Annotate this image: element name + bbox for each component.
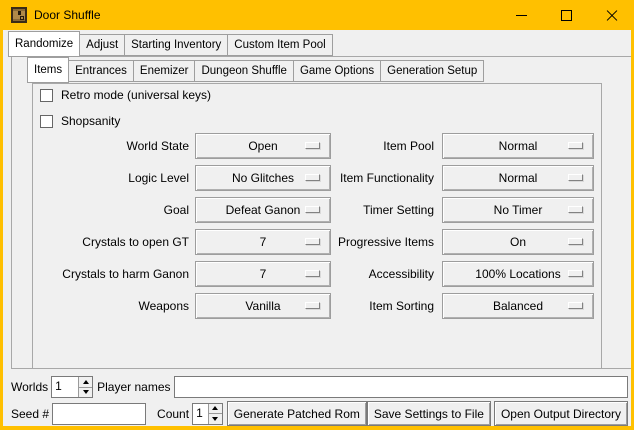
player-names-label: Player names bbox=[97, 380, 170, 394]
weapons-label: Weapons bbox=[33, 293, 195, 319]
randomize-tab-bar: Items Entrances Enemizer Dungeon Shuffle… bbox=[27, 57, 484, 83]
main-tab-bar: Randomize Adjust Starting Inventory Cust… bbox=[8, 31, 333, 57]
count-spin-up-button[interactable] bbox=[209, 404, 222, 415]
seed-input[interactable] bbox=[52, 403, 146, 425]
item-sorting-dropdown[interactable]: Balanced bbox=[442, 293, 594, 319]
dropdown-indicator-icon bbox=[568, 270, 583, 277]
progressive-items-label: Progressive Items bbox=[331, 229, 442, 255]
world-state-dropdown[interactable]: Open bbox=[195, 133, 331, 159]
dropdown-indicator-icon bbox=[305, 270, 320, 277]
tab-generation-setup[interactable]: Generation Setup bbox=[380, 60, 484, 82]
maximize-icon bbox=[561, 10, 572, 21]
item-functionality-label: Item Functionality bbox=[331, 165, 442, 191]
tab-enemizer[interactable]: Enemizer bbox=[133, 60, 195, 82]
items-pane: Retro mode (universal keys) Shopsanity W… bbox=[32, 83, 602, 369]
progressive-items-dropdown[interactable]: On bbox=[442, 229, 594, 255]
randomize-pane: Retro mode (universal keys) Shopsanity W… bbox=[11, 56, 632, 369]
retro-mode-label: Retro mode (universal keys) bbox=[61, 88, 211, 102]
crystals-ganon-dropdown[interactable]: 7 bbox=[195, 261, 331, 287]
count-value: 1 bbox=[193, 404, 208, 424]
close-icon bbox=[606, 10, 617, 21]
timer-setting-dropdown[interactable]: No Timer bbox=[442, 197, 594, 223]
count-spin-down-button[interactable] bbox=[209, 414, 222, 424]
goal-dropdown[interactable]: Defeat Ganon bbox=[195, 197, 331, 223]
dropdown-indicator-icon bbox=[305, 142, 320, 149]
goal-label: Goal bbox=[33, 197, 195, 223]
window-controls bbox=[499, 0, 634, 30]
arrow-down-icon bbox=[83, 390, 89, 394]
seed-label: Seed # bbox=[11, 407, 49, 421]
retro-mode-checkbox[interactable] bbox=[40, 89, 53, 102]
door-shuffle-window: Door Shuffle Randomize Adjust Starting I… bbox=[0, 0, 634, 430]
tab-game-options[interactable]: Game Options bbox=[293, 60, 380, 82]
count-spinner-arrows bbox=[208, 404, 222, 424]
player-names-input[interactable] bbox=[174, 376, 629, 398]
logic-level-dropdown[interactable]: No Glitches bbox=[195, 165, 331, 191]
shopsanity-checkbox-row: Shopsanity bbox=[40, 114, 120, 128]
tab-items[interactable]: Items bbox=[27, 57, 69, 83]
item-pool-dropdown[interactable]: Normal bbox=[442, 133, 594, 159]
worlds-value: 1 bbox=[52, 377, 78, 397]
dropdown-indicator-icon bbox=[568, 174, 583, 181]
worlds-spinner-arrows bbox=[78, 377, 92, 397]
worlds-spinner[interactable]: 1 bbox=[51, 376, 93, 398]
dropdown-indicator-icon bbox=[568, 302, 583, 309]
tab-entrances[interactable]: Entrances bbox=[69, 60, 133, 82]
window-title: Door Shuffle bbox=[34, 8, 101, 22]
worlds-spin-down-button[interactable] bbox=[79, 388, 92, 398]
tab-adjust[interactable]: Adjust bbox=[80, 34, 124, 56]
dropdown-indicator-icon bbox=[568, 206, 583, 213]
dropdown-indicator-icon bbox=[305, 238, 320, 245]
retro-mode-checkbox-row: Retro mode (universal keys) bbox=[40, 88, 211, 102]
crystals-gt-label: Crystals to open GT bbox=[33, 229, 195, 255]
maximize-button[interactable] bbox=[544, 0, 589, 30]
dropdown-indicator-icon bbox=[568, 238, 583, 245]
dropdown-indicator-icon bbox=[305, 302, 320, 309]
accessibility-dropdown[interactable]: 100% Locations bbox=[442, 261, 594, 287]
tab-randomize[interactable]: Randomize bbox=[8, 31, 80, 57]
arrow-down-icon bbox=[212, 417, 218, 421]
settings-grid: World State Open Item Pool Normal Logic … bbox=[33, 133, 594, 319]
crystals-ganon-label: Crystals to harm Ganon bbox=[33, 261, 195, 287]
shopsanity-label: Shopsanity bbox=[61, 114, 120, 128]
count-label: Count bbox=[157, 407, 189, 421]
shopsanity-checkbox[interactable] bbox=[40, 115, 53, 128]
timer-setting-label: Timer Setting bbox=[331, 197, 442, 223]
tab-starting-inventory[interactable]: Starting Inventory bbox=[124, 34, 227, 56]
save-settings-button[interactable]: Save Settings to File bbox=[367, 401, 491, 426]
generate-patched-rom-button[interactable]: Generate Patched Rom bbox=[227, 401, 367, 426]
tab-dungeon-shuffle[interactable]: Dungeon Shuffle bbox=[194, 60, 292, 82]
app-door-icon bbox=[11, 7, 27, 23]
item-sorting-label: Item Sorting bbox=[331, 293, 442, 319]
item-functionality-dropdown[interactable]: Normal bbox=[442, 165, 594, 191]
worlds-spin-up-button[interactable] bbox=[79, 377, 92, 388]
item-pool-label: Item Pool bbox=[331, 133, 442, 159]
close-button[interactable] bbox=[589, 0, 634, 30]
arrow-up-icon bbox=[83, 380, 89, 384]
dropdown-indicator-icon bbox=[305, 174, 320, 181]
dropdown-indicator-icon bbox=[568, 142, 583, 149]
titlebar: Door Shuffle bbox=[0, 0, 634, 30]
worlds-label: Worlds bbox=[11, 380, 48, 394]
footer-row-2: Seed # Count 1 Generate Patched Rom Save… bbox=[11, 401, 628, 426]
open-output-directory-button[interactable]: Open Output Directory bbox=[494, 401, 628, 426]
arrow-up-icon bbox=[212, 406, 218, 410]
minimize-icon bbox=[516, 15, 527, 16]
tab-custom-item-pool[interactable]: Custom Item Pool bbox=[227, 34, 332, 56]
dropdown-indicator-icon bbox=[305, 206, 320, 213]
weapons-dropdown[interactable]: Vanilla bbox=[195, 293, 331, 319]
count-spinner[interactable]: 1 bbox=[192, 403, 223, 425]
minimize-button[interactable] bbox=[499, 0, 544, 30]
crystals-gt-dropdown[interactable]: 7 bbox=[195, 229, 331, 255]
logic-level-label: Logic Level bbox=[33, 165, 195, 191]
world-state-label: World State bbox=[33, 133, 195, 159]
accessibility-label: Accessibility bbox=[331, 261, 442, 287]
footer-row-1: Worlds 1 Player names bbox=[11, 376, 628, 398]
